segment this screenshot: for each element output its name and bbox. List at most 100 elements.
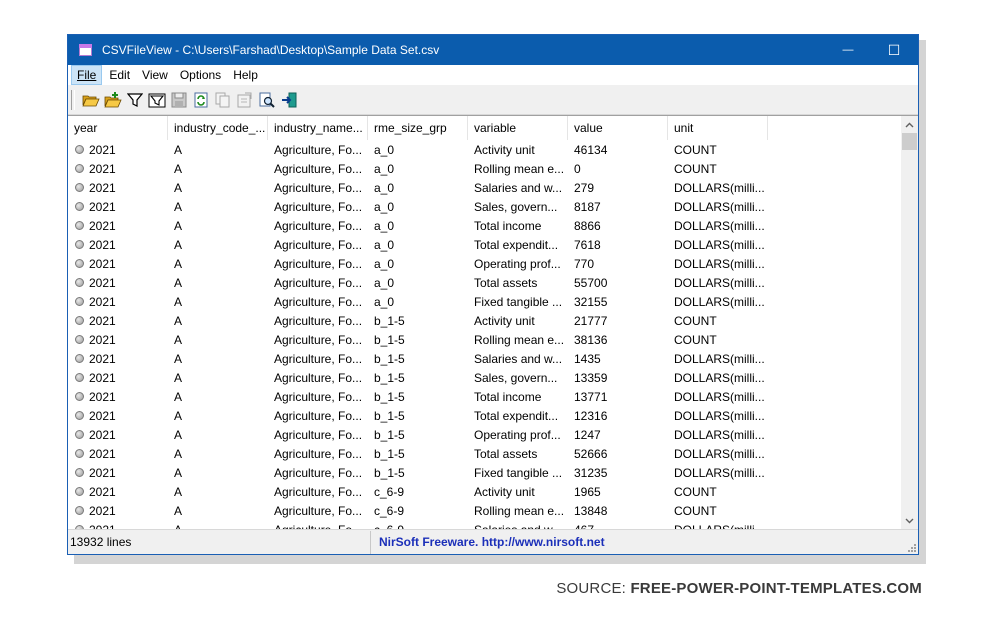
cell-unit: COUNT <box>674 333 717 347</box>
table-row[interactable]: 2021 A Agriculture, Fo... b_1-5 Total income… <box>68 388 768 407</box>
cell-industry-code: A <box>168 521 268 529</box>
cell-industry-name: Agriculture, Fo... <box>274 371 363 385</box>
cell-year: 2021 <box>68 521 168 529</box>
table-row[interactable]: 2021 A Agriculture, Fo... a_0 Total assets 55… <box>68 274 768 293</box>
open-folder-add-icon <box>104 91 122 107</box>
close-button[interactable]: ✕ <box>917 35 963 65</box>
column-header-variable[interactable]: variable <box>468 116 568 140</box>
csv-list-view[interactable]: year industry_code_... industry_name... … <box>68 115 918 529</box>
maximize-button[interactable]: ☐ <box>871 35 917 65</box>
table-row[interactable]: 2021 A Agriculture, Fo... a_0 Operating prof… <box>68 255 768 274</box>
scroll-down-button[interactable] <box>901 512 918 529</box>
row-item-icon <box>75 506 84 516</box>
cell-industry-name: Agriculture, Fo... <box>274 466 363 480</box>
cell-value: 770 <box>574 257 595 271</box>
table-row[interactable]: 2021 A Agriculture, Fo... b_1-5 Total expend… <box>68 407 768 426</box>
row-year-text: 2021 <box>89 447 116 461</box>
scroll-thumb[interactable] <box>902 133 917 150</box>
cell-variable: Salaries and w... <box>468 521 568 529</box>
filter-box-button[interactable] <box>146 90 168 110</box>
resize-grip-icon[interactable] <box>906 542 916 552</box>
cell-rme-size-grp: b_1-5 <box>374 466 405 480</box>
row-year-text: 2021 <box>89 466 116 480</box>
table-row[interactable]: 2021 A Agriculture, Fo... a_0 Sales, govern.… <box>68 198 768 217</box>
menu-file[interactable]: File <box>71 65 103 85</box>
minimize-button[interactable]: — <box>825 35 871 65</box>
exit-button[interactable] <box>278 90 300 110</box>
table-row[interactable]: 2021 A Agriculture, Fo... b_1-5 Activity uni… <box>68 312 768 331</box>
table-row[interactable]: 2021 A Agriculture, Fo... b_1-5 Sales, gover… <box>68 369 768 388</box>
cell-unit: DOLLARS(milli... <box>674 352 765 366</box>
menu-view[interactable]: View <box>137 65 173 85</box>
filter-button[interactable] <box>124 90 146 110</box>
table-row[interactable]: 2021 A Agriculture, Fo... b_1-5 Salaries and… <box>68 350 768 369</box>
row-item-icon <box>75 240 84 250</box>
save-button[interactable] <box>168 90 190 110</box>
find-button[interactable] <box>256 90 278 110</box>
cell-value: 13359 <box>574 371 608 385</box>
table-row[interactable]: 2021 A Agriculture, Fo... a_0 Rolling mean e… <box>68 160 768 179</box>
cell-unit: DOLLARS(milli... <box>674 428 765 442</box>
column-header-value[interactable]: value <box>568 116 668 140</box>
filter-icon <box>127 92 143 107</box>
copy-button[interactable] <box>212 90 234 110</box>
menu-options[interactable]: Options <box>175 65 226 85</box>
cell-value: 1965 <box>574 485 601 499</box>
status-credit-link[interactable]: NirSoft Freeware. http://www.nirsoft.net <box>371 535 605 549</box>
scroll-up-button[interactable] <box>901 116 918 133</box>
table-row[interactable]: 2021 A Agriculture, Fo... a_0 Total income 88… <box>68 217 768 236</box>
cell-industry-name: Agriculture, Fo... <box>274 162 363 176</box>
table-row[interactable]: 2021 A Agriculture, Fo... a_0 Salaries and w… <box>68 179 768 198</box>
column-header-industry-name[interactable]: industry_name... <box>268 116 368 140</box>
table-row[interactable]: 2021 A Agriculture, Fo... a_0 Activity unit 4… <box>68 141 768 160</box>
chevron-up-icon <box>905 122 914 127</box>
row-year-text: 2021 <box>89 181 116 195</box>
properties-icon <box>237 92 252 107</box>
table-row[interactable]: 2021AAgriculture, Fo...c_6-9Salaries and… <box>68 521 768 529</box>
cell-value: 31235 <box>574 466 608 480</box>
column-header-unit[interactable]: unit <box>668 116 768 140</box>
cell-rme-size-grp: a_0 <box>374 200 395 214</box>
table-row[interactable]: 2021 A Agriculture, Fo... b_1-5 Total assets… <box>68 445 768 464</box>
column-header-industry-code[interactable]: industry_code_... <box>168 116 268 140</box>
cell-industry-name: Agriculture, Fo... <box>274 333 363 347</box>
table-row[interactable]: 2021 A Agriculture, Fo... c_6-9 Activity uni… <box>68 483 768 502</box>
table-row[interactable]: 2021 A Agriculture, Fo... c_6-9 Rolling mean… <box>68 502 768 521</box>
open-folder-button[interactable] <box>80 90 102 110</box>
column-header-row: year industry_code_... industry_name... … <box>68 116 768 140</box>
vertical-scrollbar[interactable] <box>901 116 918 529</box>
status-bar: 13932 lines NirSoft Freeware. http://www… <box>68 529 918 554</box>
cell-variable: Activity unit <box>474 143 535 157</box>
column-header-year[interactable]: year <box>68 116 168 140</box>
refresh-button[interactable] <box>190 90 212 110</box>
cell-unit: DOLLARS(milli... <box>674 390 765 404</box>
menu-help[interactable]: Help <box>228 65 263 85</box>
cell-variable: Total assets <box>474 276 538 290</box>
title-bar[interactable]: CSVFileView - C:\Users\Farshad\Desktop\S… <box>68 35 946 65</box>
menu-edit[interactable]: Edit <box>104 65 135 85</box>
row-year-text: 2021 <box>89 295 116 309</box>
cell-rme-size-grp: b_1-5 <box>374 447 405 461</box>
cell-unit: COUNT <box>674 504 717 518</box>
cell-industry-code: A <box>174 447 183 461</box>
cell-rme-size-grp: c_6-9 <box>368 521 468 529</box>
row-year-text: 2021 <box>89 257 116 271</box>
cell-unit: DOLLARS(milli... <box>674 409 765 423</box>
table-row[interactable]: 2021 A Agriculture, Fo... b_1-5 Rolling mean… <box>68 331 768 350</box>
cell-year: 2021 <box>68 160 168 179</box>
cell-rme-size-grp: a_0 <box>374 238 395 252</box>
cell-value: 0 <box>574 162 581 176</box>
properties-button[interactable] <box>234 90 256 110</box>
table-row[interactable]: 2021 A Agriculture, Fo... b_1-5 Operating pr… <box>68 426 768 445</box>
column-header-rme-size-grp[interactable]: rme_size_grp <box>368 116 468 140</box>
row-item-icon <box>75 354 84 364</box>
cell-industry-code: A <box>174 257 183 271</box>
cell-value: 8187 <box>574 200 601 214</box>
cell-value: 7618 <box>574 238 601 252</box>
row-item-icon <box>75 278 84 288</box>
table-row[interactable]: 2021 A Agriculture, Fo... a_0 Total expendit… <box>68 236 768 255</box>
table-row[interactable]: 2021 A Agriculture, Fo... b_1-5 Fixed tangib… <box>68 464 768 483</box>
open-add-button[interactable] <box>102 90 124 110</box>
cell-unit: DOLLARS(milli... <box>674 200 765 214</box>
table-row[interactable]: 2021 A Agriculture, Fo... a_0 Fixed tangible… <box>68 293 768 312</box>
